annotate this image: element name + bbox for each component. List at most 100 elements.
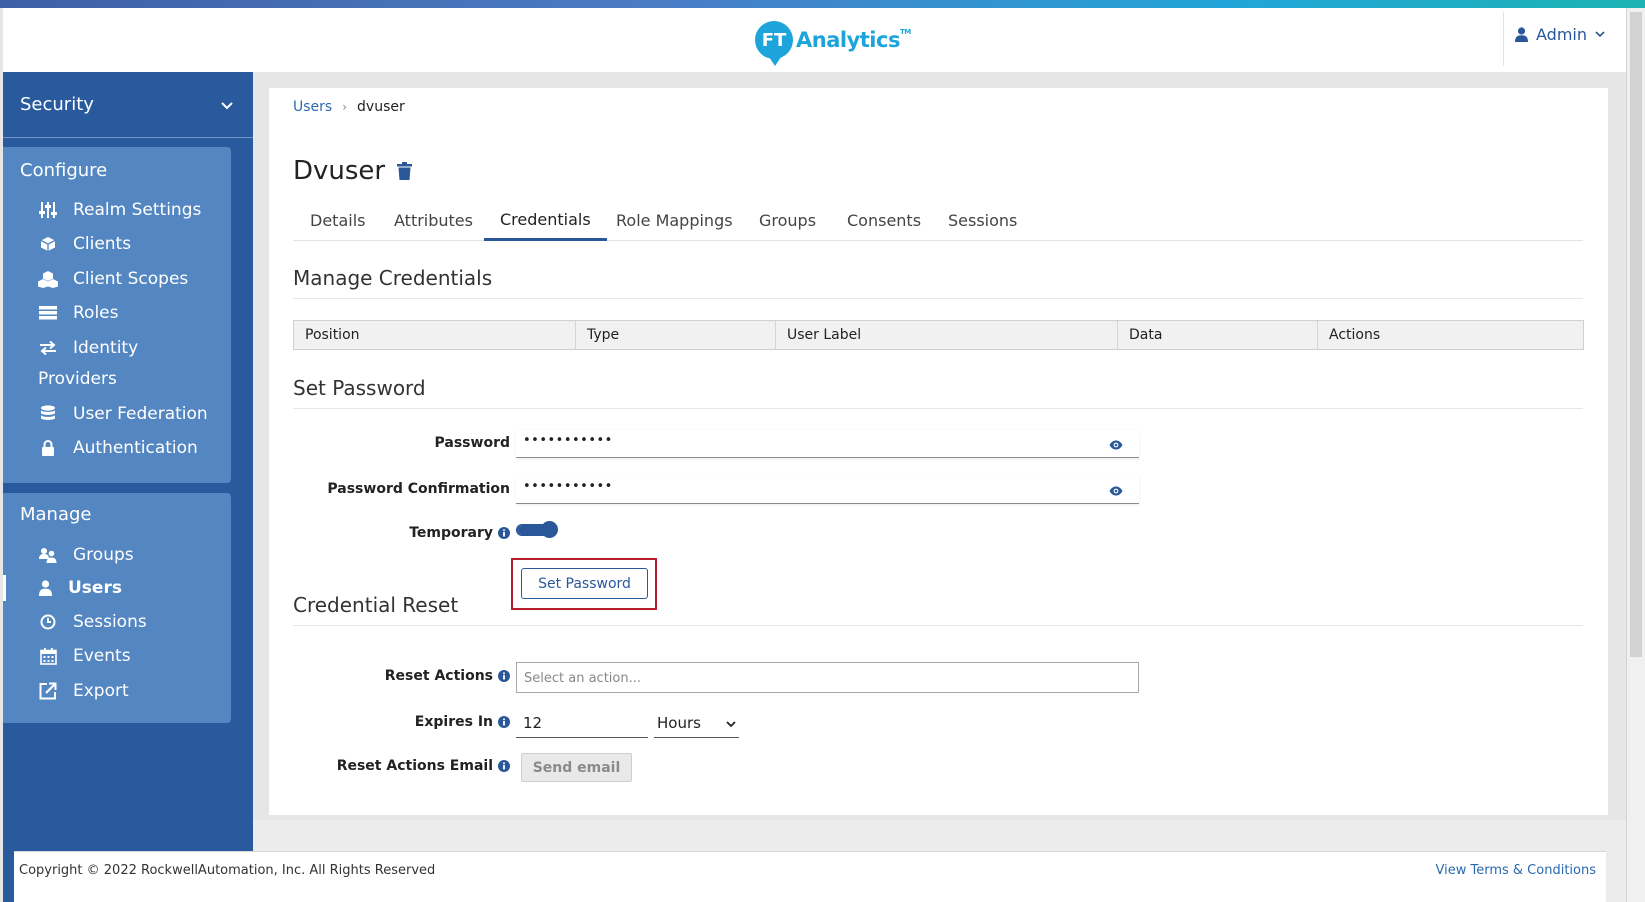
ft-analytics-logo[interactable]: FT AnalyticsTM — [755, 17, 911, 66]
sidebar-item-clients[interactable]: Clients — [3, 228, 231, 260]
sidebar-item-groups[interactable]: Groups — [3, 539, 231, 571]
list-icon — [37, 306, 59, 320]
tab-role-mappings[interactable]: Role Mappings — [616, 200, 733, 241]
password-label: Password — [434, 435, 510, 451]
sidebar-item-label: Identity — [73, 338, 139, 358]
page-scrollbar[interactable] — [1626, 8, 1645, 902]
sidebar-item-label: Clients — [73, 234, 132, 254]
user-icon — [1515, 27, 1528, 42]
sidebar-item-label: User Federation — [73, 404, 208, 424]
lock-icon — [37, 440, 59, 456]
password-confirmation-label: Password Confirmation — [327, 481, 510, 497]
sidebar-item-providers-wrap[interactable]: Providers — [3, 363, 231, 395]
sidebar-item-export[interactable]: Export — [3, 675, 231, 707]
column-header[interactable]: Actions — [1318, 321, 1583, 349]
calendar-icon — [37, 647, 59, 665]
tab-credentials[interactable]: Credentials — [484, 200, 607, 241]
active-indicator — [3, 575, 6, 601]
eye-icon[interactable] — [1109, 481, 1123, 500]
info-icon[interactable] — [498, 760, 510, 772]
set-password-heading: Set Password — [293, 376, 1583, 409]
sidebar-item-sessions[interactable]: Sessions — [3, 606, 231, 638]
breadcrumb-current: dvuser — [357, 99, 405, 115]
column-header[interactable]: Data — [1118, 321, 1318, 349]
tab-groups[interactable]: Groups — [759, 200, 816, 241]
column-header[interactable]: Type — [576, 321, 776, 349]
expires-in-input[interactable]: 12 — [516, 709, 648, 738]
column-header[interactable]: User Label — [776, 321, 1118, 349]
eye-icon[interactable] — [1109, 435, 1123, 454]
terms-link[interactable]: View Terms & Conditions — [1436, 863, 1596, 878]
chevron-down-icon — [1595, 31, 1605, 38]
expires-unit-value: Hours — [657, 714, 701, 732]
sidebar-item-label: Users — [68, 578, 122, 598]
breadcrumb-separator: › — [342, 100, 348, 114]
exchange-icon — [37, 341, 59, 355]
chevron-down-icon — [726, 714, 736, 732]
sidebar-item-label: Providers — [38, 369, 117, 389]
password-confirmation-value: ••••••••••• — [523, 479, 613, 494]
reset-actions-email-label: Reset Actions Email — [337, 758, 510, 774]
sidebar-item-events[interactable]: Events — [3, 640, 231, 672]
breadcrumb: Users › dvuser — [293, 99, 405, 115]
temporary-label: Temporary — [409, 525, 510, 541]
reset-actions-label: Reset Actions — [385, 668, 510, 684]
sidebar-item-roles[interactable]: Roles — [3, 297, 231, 329]
realm-selector[interactable]: Security — [3, 72, 253, 138]
manage-title: Manage — [20, 504, 92, 525]
logo-text: AnalyticsTM — [796, 28, 911, 52]
top-accent-strip — [0, 0, 1645, 8]
column-header[interactable]: Position — [294, 321, 576, 349]
password-field[interactable]: ••••••••••• — [516, 430, 1139, 458]
password-confirmation-field[interactable]: ••••••••••• — [516, 476, 1139, 504]
scrollbar-thumb[interactable] — [1630, 12, 1642, 657]
tab-details[interactable]: Details — [310, 200, 365, 241]
trash-icon[interactable] — [397, 162, 412, 184]
copyright-text: Copyright © 2022 RockwellAutomation, Inc… — [19, 863, 436, 878]
manage-panel: Manage Groups Users Sessions Events Expo… — [3, 493, 231, 723]
reset-actions-select[interactable]: Select an action... — [516, 662, 1139, 693]
configure-title: Configure — [20, 160, 108, 181]
sidebar-item-label: Roles — [73, 303, 119, 323]
credential-reset-heading: Credential Reset — [293, 593, 1583, 626]
sidebar-item-user-federation[interactable]: User Federation — [3, 398, 231, 430]
sliders-icon — [37, 202, 59, 218]
tab-sessions[interactable]: Sessions — [948, 200, 1017, 241]
tab-bar: Details Attributes Credentials Role Mapp… — [293, 200, 1583, 241]
sidebar-item-realm-settings[interactable]: Realm Settings — [3, 194, 231, 226]
cubes-icon — [37, 270, 59, 288]
info-icon[interactable] — [498, 716, 510, 728]
breadcrumb-users-link[interactable]: Users — [293, 99, 332, 115]
user-name: Admin — [1536, 25, 1587, 44]
sidebar-item-label: Sessions — [73, 612, 147, 632]
logo-mark: FT — [755, 21, 793, 66]
footer: Copyright © 2022 RockwellAutomation, Inc… — [14, 851, 1606, 902]
sidebar-item-label: Client Scopes — [73, 269, 189, 289]
tab-consents[interactable]: Consents — [847, 200, 921, 241]
expires-in-label: Expires In — [415, 714, 510, 730]
sidebar-item-users[interactable]: Users — [3, 572, 231, 604]
user-menu[interactable]: Admin — [1515, 25, 1605, 44]
sidebar-item-label: Groups — [73, 545, 134, 565]
send-email-button[interactable]: Send email — [521, 753, 632, 782]
users-icon — [37, 547, 59, 563]
sidebar: Security Configure Realm Settings Client… — [3, 72, 253, 902]
sidebar-item-client-scopes[interactable]: Client Scopes — [3, 263, 231, 295]
export-icon — [37, 682, 59, 700]
tab-attributes[interactable]: Attributes — [394, 200, 473, 241]
realm-name: Security — [20, 94, 94, 115]
info-icon[interactable] — [498, 670, 510, 682]
temporary-toggle[interactable] — [516, 520, 558, 538]
sidebar-item-identity-providers[interactable]: Identity — [3, 332, 231, 364]
cube-icon — [37, 236, 59, 252]
password-value: ••••••••••• — [523, 433, 613, 448]
sidebar-item-label: Export — [73, 681, 129, 701]
top-header: FT AnalyticsTM Admin — [3, 8, 1626, 72]
user-icon — [34, 580, 56, 596]
sidebar-item-authentication[interactable]: Authentication — [3, 432, 231, 464]
credentials-table-header: Position Type User Label Data Actions — [293, 320, 1584, 350]
sidebar-item-label: Authentication — [73, 438, 198, 458]
expires-unit-select[interactable]: Hours — [654, 709, 739, 738]
info-icon[interactable] — [498, 527, 510, 539]
database-icon — [37, 405, 59, 423]
